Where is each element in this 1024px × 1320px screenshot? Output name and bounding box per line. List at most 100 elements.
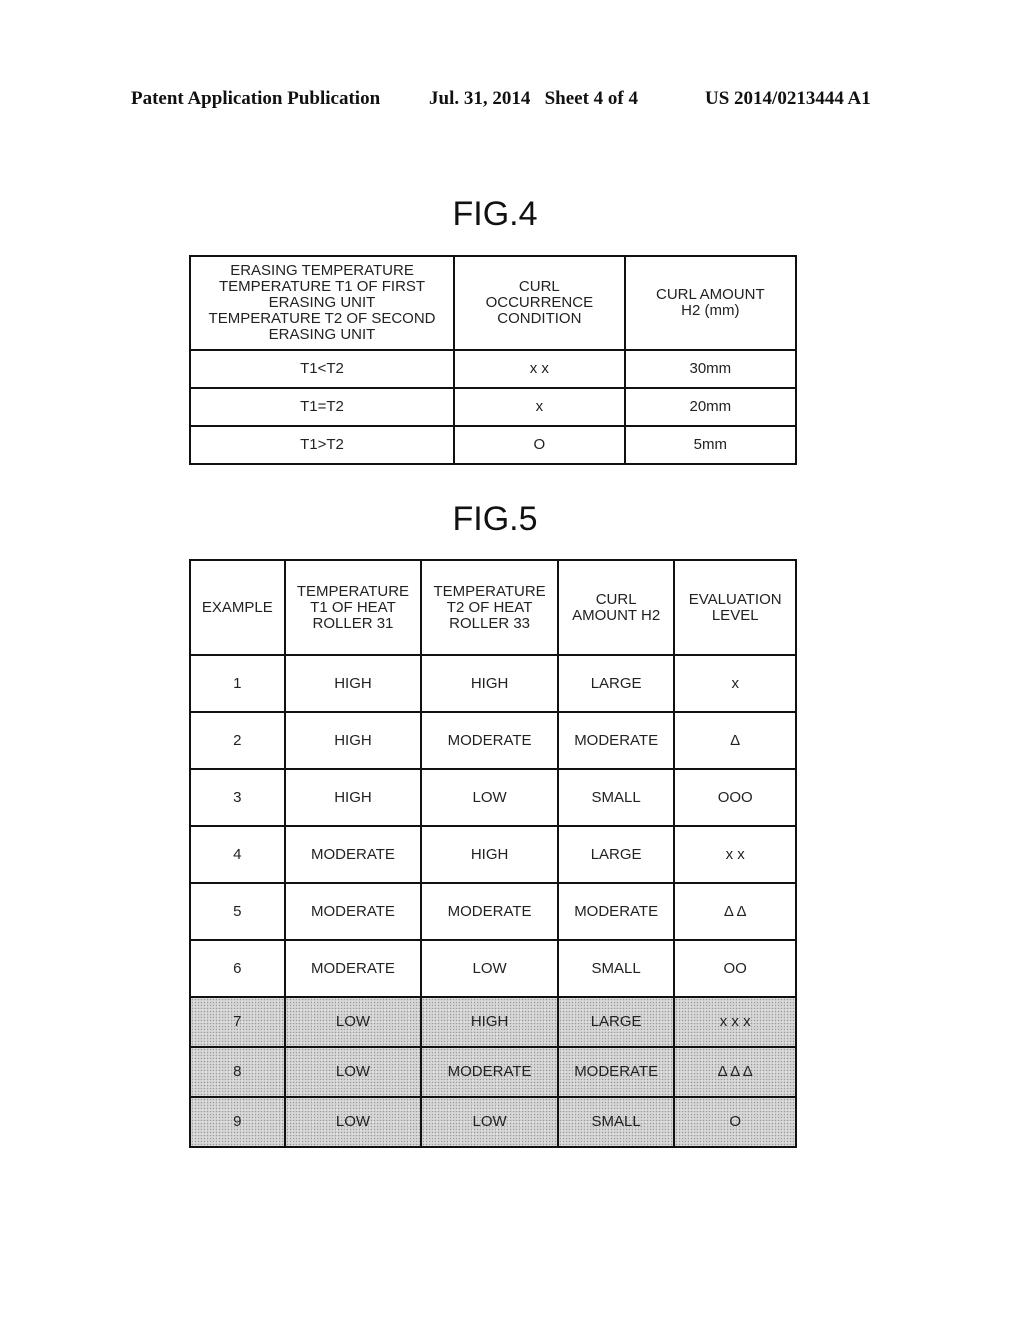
table-cell: OO	[673, 939, 797, 998]
fig5-header-row: EXAMPLE TEMPERATURE T1 OF HEAT ROLLER 31 TEM…	[189, 559, 797, 656]
header-line: CONDITION	[497, 310, 582, 327]
table-cell: 5	[189, 882, 286, 941]
table-cell: 6	[189, 939, 286, 998]
table-row: 3 HIGH LOW SMALL OOO	[189, 768, 797, 827]
table-cell: Δ Δ	[673, 882, 797, 941]
fig5-title: FIG.5	[452, 500, 538, 538]
fig4-column-header: CURL OCCURRENCE CONDITION	[453, 255, 626, 351]
table-cell: SMALL	[556, 768, 676, 827]
table-cell: HIGH	[420, 825, 559, 884]
table-row-shaded: 9 LOW LOW SMALL O	[189, 1096, 797, 1148]
header-line: CURL	[595, 590, 637, 608]
header-line: EVALUATION	[688, 590, 782, 608]
header-line: T2 OF HEAT	[446, 598, 533, 616]
patent-number: US 2014/0213444 A1	[705, 88, 871, 109]
table-row: 6 MODERATE LOW SMALL OO	[189, 939, 797, 998]
header-line: AMOUNT H2	[572, 606, 661, 624]
table-cell: Δ	[673, 711, 797, 770]
header-line: TEMPERATURE T2 OF SECOND	[208, 310, 436, 327]
table-cell: 7	[189, 996, 286, 1048]
fig5-table: EXAMPLE TEMPERATURE T1 OF HEAT ROLLER 31 TEM…	[189, 559, 797, 1148]
table-cell: SMALL	[556, 939, 676, 998]
table-row: 2 HIGH MODERATE MODERATE Δ	[189, 711, 797, 770]
table-cell: 20mm	[623, 387, 798, 427]
table-cell: 3	[189, 768, 286, 827]
table-cell: x	[673, 654, 797, 713]
fig4-title: FIG.4	[452, 195, 538, 233]
table-cell: LARGE	[556, 825, 676, 884]
table-cell: MODERATE	[420, 882, 559, 941]
table-row: T1=T2 x 20mm	[188, 387, 798, 427]
table-row: T1<T2 x x 30mm	[188, 349, 798, 389]
table-cell: x x	[673, 825, 797, 884]
table-row: T1>T2 O 5mm	[188, 425, 798, 465]
table-cell: 8	[189, 1046, 286, 1098]
header-line: ERASING UNIT	[268, 294, 376, 311]
table-cell: LOW	[283, 1046, 423, 1098]
fig4-header-row: ERASING TEMPERATURE TEMPERATURE T1 OF FIR…	[188, 255, 798, 351]
table-cell: x x x	[673, 996, 797, 1048]
table-cell: MODERATE	[283, 825, 423, 884]
table-cell: MODERATE	[556, 711, 676, 770]
table-cell: Δ Δ Δ	[673, 1046, 797, 1098]
table-cell: MODERATE	[283, 882, 423, 941]
publication-label: Patent Application Publication	[131, 88, 381, 109]
table-cell: MODERATE	[556, 1046, 676, 1098]
header-line: LEVEL	[711, 606, 759, 624]
header-line: ERASING TEMPERATURE	[230, 262, 414, 279]
fig5-column-header: EXAMPLE	[189, 559, 286, 656]
header-line: T1 OF HEAT	[310, 598, 396, 616]
table-cell: LOW	[420, 768, 559, 827]
table-cell: MODERATE	[556, 882, 676, 941]
fig5-column-header: TEMPERATURE T2 OF HEAT ROLLER 33	[420, 559, 559, 656]
header-line: CURL AMOUNT	[656, 286, 765, 303]
table-cell: HIGH	[283, 768, 423, 827]
table-cell: O	[453, 425, 626, 465]
fig4-table: ERASING TEMPERATURE TEMPERATURE T1 OF FIR…	[188, 255, 798, 465]
table-cell: LOW	[420, 939, 559, 998]
table-cell: x x	[453, 349, 626, 389]
fig5-column-header: TEMPERATURE T1 OF HEAT ROLLER 31	[283, 559, 423, 656]
table-cell: SMALL	[556, 1096, 676, 1148]
header-line: CURL	[518, 278, 560, 295]
table-cell: LOW	[283, 996, 423, 1048]
table-cell: LARGE	[556, 996, 676, 1048]
page-header: Patent Application Publication Jul. 31, …	[0, 88, 1024, 114]
table-cell: HIGH	[420, 996, 559, 1048]
date-sheet-label: Jul. 31, 2014 Sheet 4 of 4	[429, 88, 638, 109]
table-cell: OOO	[673, 768, 797, 827]
header-line: ROLLER 31	[312, 614, 394, 632]
table-row: 1 HIGH HIGH LARGE x	[189, 654, 797, 713]
table-cell: T1>T2	[188, 425, 456, 465]
table-cell: 30mm	[623, 349, 798, 389]
table-cell: MODERATE	[420, 1046, 559, 1098]
fig4-column-header: CURL AMOUNT H2 (mm)	[623, 255, 798, 351]
header-line: EXAMPLE	[201, 598, 273, 616]
header-line: OCCURRENCE	[485, 294, 594, 311]
header-line: TEMPERATURE T1 OF FIRST	[218, 278, 426, 295]
table-cell: MODERATE	[283, 939, 423, 998]
table-cell: x	[453, 387, 626, 427]
fig5-column-header: EVALUATION LEVEL	[673, 559, 797, 656]
table-cell: O	[673, 1096, 797, 1148]
table-cell: HIGH	[283, 654, 423, 713]
table-row: 4 MODERATE HIGH LARGE x x	[189, 825, 797, 884]
table-cell: 5mm	[623, 425, 798, 465]
table-row: 5 MODERATE MODERATE MODERATE Δ Δ	[189, 882, 797, 941]
table-cell: T1=T2	[188, 387, 456, 427]
table-cell: LOW	[420, 1096, 559, 1148]
table-cell: 2	[189, 711, 286, 770]
header-line: ERASING UNIT	[268, 326, 376, 343]
table-cell: 1	[189, 654, 286, 713]
header-line: H2 (mm)	[681, 302, 740, 319]
table-cell: LOW	[283, 1096, 423, 1148]
table-cell: MODERATE	[420, 711, 559, 770]
fig4-column-header: ERASING TEMPERATURE TEMPERATURE T1 OF FIR…	[188, 255, 456, 351]
table-row-shaded: 8 LOW MODERATE MODERATE Δ Δ Δ	[189, 1046, 797, 1098]
table-cell: HIGH	[283, 711, 423, 770]
table-cell: HIGH	[420, 654, 559, 713]
table-cell: 4	[189, 825, 286, 884]
table-cell: 9	[189, 1096, 286, 1148]
table-cell: T1<T2	[188, 349, 456, 389]
header-line: ROLLER 33	[449, 614, 531, 632]
